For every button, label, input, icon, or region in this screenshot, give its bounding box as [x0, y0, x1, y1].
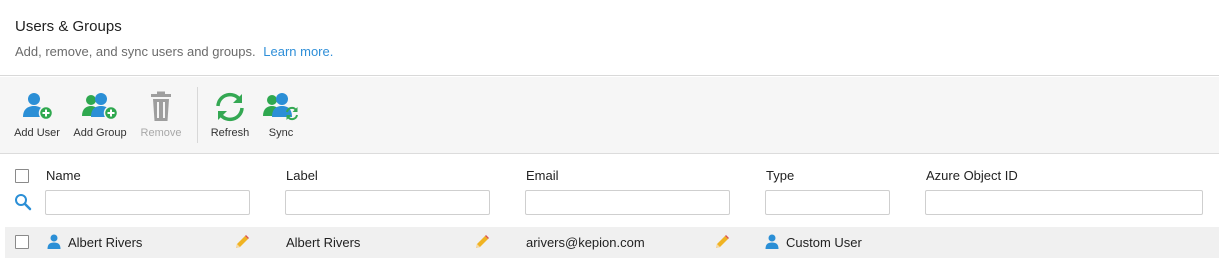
toolbar-separator	[197, 87, 198, 143]
page-subtitle: Add, remove, and sync users and groups. …	[15, 44, 333, 59]
user-icon	[47, 234, 61, 249]
user-type-icon	[765, 234, 779, 249]
learn-more-link[interactable]: Learn more.	[263, 44, 333, 59]
row-checkbox[interactable]	[15, 235, 29, 249]
sync-button[interactable]: Sync	[259, 77, 303, 154]
add-group-label: Add Group	[73, 127, 127, 139]
pencil-icon[interactable]	[714, 234, 730, 250]
row-label: Albert Rivers	[286, 235, 361, 250]
azure-object-id-filter-input[interactable]	[925, 190, 1203, 215]
pencil-icon[interactable]	[234, 234, 250, 250]
column-header-name[interactable]: Name	[46, 168, 81, 183]
column-header-azure-object-id[interactable]: Azure Object ID	[926, 168, 1018, 183]
remove-label: Remove	[140, 127, 182, 139]
remove-button[interactable]: Remove	[136, 77, 186, 154]
refresh-icon	[216, 92, 244, 122]
add-group-button[interactable]: Add Group	[68, 77, 132, 154]
column-header-label[interactable]: Label	[286, 168, 318, 183]
email-filter-input[interactable]	[525, 190, 730, 215]
add-user-icon	[23, 93, 54, 121]
row-name: Albert Rivers	[68, 235, 143, 250]
sync-icon	[263, 93, 298, 121]
name-filter-input[interactable]	[45, 190, 250, 215]
search-icon	[15, 194, 32, 211]
subtitle-text: Add, remove, and sync users and groups.	[15, 44, 256, 59]
select-all-checkbox[interactable]	[15, 169, 29, 183]
column-header-email[interactable]: Email	[526, 168, 559, 183]
row-email: arivers@kepion.com	[526, 235, 645, 250]
add-group-icon	[82, 93, 119, 121]
page-title: Users & Groups	[15, 18, 122, 35]
add-user-button[interactable]: Add User	[10, 77, 64, 154]
pencil-icon[interactable]	[474, 234, 490, 250]
grid-header: Name Label Email Type Azure Object ID	[0, 155, 1219, 225]
row-type: Custom User	[786, 235, 862, 250]
page-header: Users & Groups Add, remove, and sync use…	[0, 0, 1219, 76]
table-row[interactable]: Albert Rivers Albert Rivers arivers@kepi…	[5, 227, 1219, 258]
sync-label: Sync	[268, 127, 294, 139]
toolbar: Add User Add Group Remove Refresh Sync	[0, 77, 1219, 154]
trash-icon	[151, 91, 171, 121]
refresh-label: Refresh	[210, 127, 250, 139]
refresh-button[interactable]: Refresh	[205, 77, 255, 154]
column-header-type[interactable]: Type	[766, 168, 794, 183]
add-user-label: Add User	[14, 127, 60, 139]
type-filter-input[interactable]	[765, 190, 890, 215]
label-filter-input[interactable]	[285, 190, 490, 215]
